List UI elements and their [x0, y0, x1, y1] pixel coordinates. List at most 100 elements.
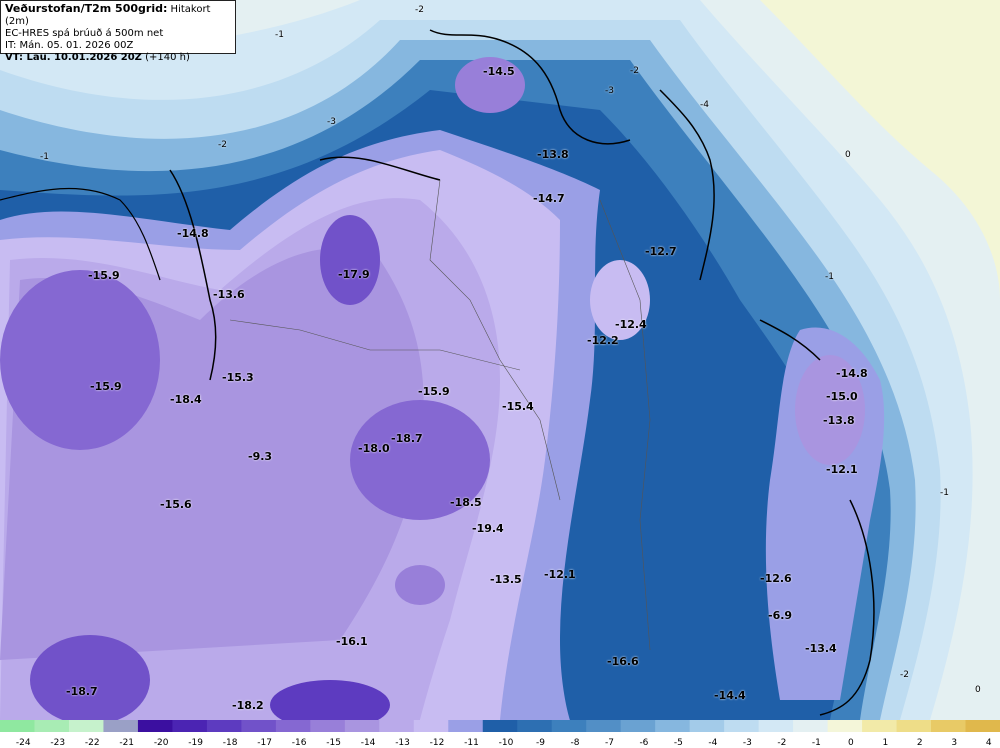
color-scale-tick: -3 — [743, 738, 752, 748]
color-scale-tick: -17 — [257, 738, 272, 748]
cold-spot-a — [395, 565, 445, 605]
temp-label: -12.6 — [760, 572, 792, 585]
color-scale-tick: -11 — [464, 738, 479, 748]
color-scale-tick: -6 — [639, 738, 648, 748]
lead-time: (+140 h) — [145, 52, 190, 63]
temp-label: -18.7 — [66, 685, 98, 698]
color-swatch — [517, 720, 553, 732]
temp-label: -17.9 — [338, 268, 370, 281]
valid-time-line: VT: Lau. 10.01.2026 20Z (+140 h) — [5, 52, 231, 64]
color-scale-tick: -8 — [570, 738, 579, 748]
color-swatch — [482, 720, 518, 732]
contour-label-minus2-4: -2 — [900, 670, 909, 680]
temp-label: -15.0 — [826, 390, 858, 403]
color-swatch — [103, 720, 139, 732]
temp-label: -12.7 — [645, 245, 677, 258]
color-scale-tick: 3 — [951, 738, 957, 748]
color-swatch — [310, 720, 346, 732]
temp-label: -14.8 — [177, 227, 209, 240]
color-swatch — [931, 720, 967, 732]
temp-label: -14.7 — [533, 192, 565, 205]
color-scale-tick: -4 — [708, 738, 717, 748]
color-scale-tick: -18 — [223, 738, 238, 748]
map-title-line: Veðurstofan/T2m 500grid: Hitakort (2m) — [5, 3, 231, 28]
color-scale-tick: -16 — [292, 738, 307, 748]
temp-label: -16.1 — [336, 635, 368, 648]
model-description: EC-HRES spá brúuð á 500m net — [5, 28, 164, 39]
temp-label: -14.8 — [836, 367, 868, 380]
temp-label: -13.8 — [537, 148, 569, 161]
color-scale-tick: 2 — [917, 738, 923, 748]
color-swatch — [551, 720, 587, 732]
contour-label-minus1-3: -1 — [825, 272, 834, 282]
contour-label-zero-1: 0 — [845, 150, 851, 160]
color-swatch — [689, 720, 725, 732]
weather-map-viewer: 0 0 -1 -1 -1 -1 -2 -2 -2 -2 -3 -3 -4 -14… — [0, 0, 1000, 748]
color-scale-tick: -24 — [16, 738, 31, 748]
init-time: IT: Mán. 05. 01. 2026 00Z — [5, 40, 134, 51]
contour-label-minus4: -4 — [700, 100, 709, 110]
color-scale-tick: 0 — [848, 738, 854, 748]
temp-label: -12.1 — [544, 568, 576, 581]
color-scale-tick: -13 — [395, 738, 410, 748]
map-info-box: Veðurstofan/T2m 500grid: Hitakort (2m) E… — [0, 0, 236, 63]
color-swatch — [655, 720, 691, 732]
color-swatch — [344, 720, 380, 732]
valid-time: VT: Lau. 10.01.2026 20Z — [5, 52, 142, 63]
contour-label-minus1-2: -1 — [275, 30, 284, 40]
color-swatch — [413, 720, 449, 732]
temp-label: -15.3 — [222, 371, 254, 384]
color-scale-tick: -10 — [499, 738, 514, 748]
temp-label: -13.4 — [805, 642, 837, 655]
color-scale-tick: -21 — [119, 738, 134, 748]
color-scale-tick: -1 — [812, 738, 821, 748]
temp-label: -9.3 — [248, 450, 273, 463]
temp-label: -13.5 — [490, 573, 522, 586]
color-scale-tick: -20 — [154, 738, 169, 748]
color-scale-legend: -24 -23 -22 -21 -20 -19 -18 -17 -16 -15 -14 -13 -12-… — [0, 720, 1000, 748]
color-swatch — [275, 720, 311, 732]
color-swatch — [620, 720, 656, 732]
temp-label: -13.6 — [213, 288, 245, 301]
color-swatch — [758, 720, 794, 732]
contour-label-minus1-4: -1 — [940, 488, 949, 498]
temp-label: -19.4 — [472, 522, 504, 535]
contour-label-zero-2: 0 — [975, 685, 981, 695]
color-swatch — [965, 720, 1000, 732]
color-scale-tick: -22 — [85, 738, 100, 748]
temp-label: -15.9 — [90, 380, 122, 393]
color-swatch — [448, 720, 484, 732]
color-swatch — [0, 720, 35, 732]
temp-label: -18.7 — [391, 432, 423, 445]
temp-label: -12.4 — [615, 318, 647, 331]
color-swatch — [724, 720, 760, 732]
temp-label: -18.4 — [170, 393, 202, 406]
map-canvas — [0, 0, 1000, 720]
temperature-map[interactable] — [0, 0, 1000, 720]
color-swatch — [862, 720, 898, 732]
temp-label: -12.1 — [826, 463, 858, 476]
color-scale-tick: 1 — [882, 738, 888, 748]
color-scale-tick: -9 — [536, 738, 545, 748]
color-scale-tick: -2 — [777, 738, 786, 748]
temp-label: -12.2 — [587, 334, 619, 347]
color-scale-tick: -7 — [605, 738, 614, 748]
temp-label: -14.5 — [483, 65, 515, 78]
temp-label: -15.4 — [502, 400, 534, 413]
color-swatch — [896, 720, 932, 732]
cold-core-west — [0, 270, 160, 450]
contour-label-minus2-1: -2 — [415, 5, 424, 15]
color-swatch — [34, 720, 70, 732]
temp-label: -13.8 — [823, 414, 855, 427]
color-swatch — [172, 720, 208, 732]
color-scale-tick: -23 — [50, 738, 65, 748]
color-scale-tick: -19 — [188, 738, 203, 748]
color-scale-tick: -12 — [430, 738, 445, 748]
contour-label-minus3-2: -3 — [327, 117, 336, 127]
color-scale-tick: -15 — [326, 738, 341, 748]
contour-label-minus2-3: -2 — [218, 140, 227, 150]
color-scale-tick: -14 — [361, 738, 376, 748]
temp-label: -16.6 — [607, 655, 639, 668]
temp-label: -14.4 — [714, 689, 746, 702]
color-swatch — [137, 720, 173, 732]
